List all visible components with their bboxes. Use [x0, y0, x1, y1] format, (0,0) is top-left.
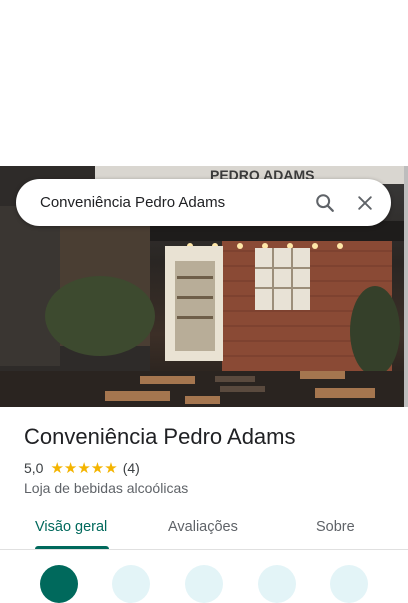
rating-value: 5,0 [24, 460, 44, 476]
place-tabs: Visão geral Avaliações Sobre [0, 508, 408, 550]
search-button[interactable] [305, 183, 345, 223]
active-tab-indicator [35, 546, 109, 549]
search-input[interactable]: Conveniência Pedro Adams [40, 194, 305, 211]
photo-scrollbar[interactable] [404, 166, 408, 407]
search-icon [316, 193, 334, 212]
tab-about[interactable]: Sobre [316, 519, 355, 535]
nearby-action-button[interactable] [185, 565, 223, 603]
clear-search-button[interactable] [345, 183, 385, 223]
review-count[interactable]: (4) [123, 460, 140, 476]
rating-row[interactable]: 5,0 ★★★★★ (4) [24, 459, 140, 477]
tab-reviews[interactable]: Avaliações [168, 519, 238, 535]
place-name: Conveniência Pedro Adams [24, 424, 296, 449]
star-rating-icons: ★★★★★ [50, 460, 118, 477]
send-action-button[interactable] [258, 565, 296, 603]
save-action-button[interactable] [112, 565, 150, 603]
directions-action-button[interactable] [40, 565, 78, 603]
share-action-button[interactable] [330, 565, 368, 603]
search-bar[interactable]: Conveniência Pedro Adams [16, 179, 391, 226]
close-icon [358, 195, 372, 210]
place-category[interactable]: Loja de bebidas alcoólicas [24, 480, 188, 496]
tab-overview[interactable]: Visão geral [35, 519, 107, 535]
